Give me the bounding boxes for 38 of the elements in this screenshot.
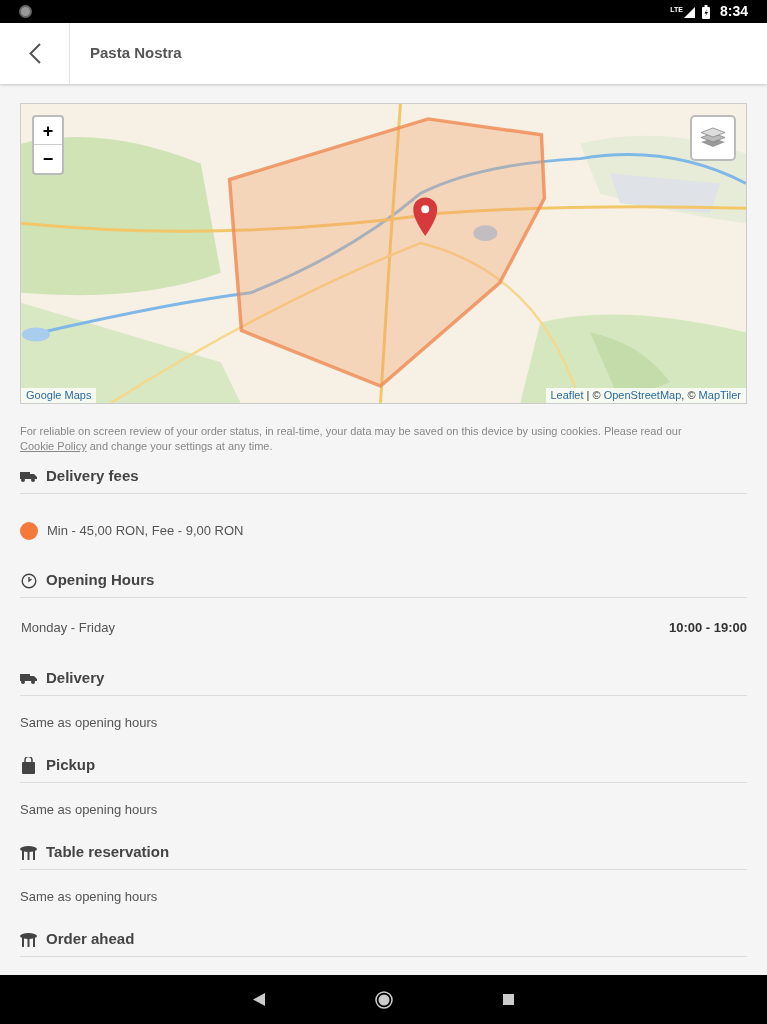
shopping-bag-icon	[21, 757, 36, 774]
attribution-link[interactable]: MapTiler	[698, 389, 741, 401]
zoom-in-button[interactable]: +	[34, 117, 62, 145]
home-nav-icon[interactable]	[375, 990, 393, 1009]
cookie-notice: For reliable on screen review of your order status, in real-time, your data may be saved on this device by using cookies. Please read our Cookie Policy and change your settings at any time.	[20, 424, 683, 454]
battery-icon	[701, 4, 710, 19]
layers-button[interactable]	[690, 115, 736, 161]
signal-icon	[683, 6, 695, 18]
notification-icon	[19, 5, 32, 18]
cookie-policy-link[interactable]: Cookie Policy	[20, 440, 87, 452]
truck-icon	[20, 673, 37, 684]
table-icon	[20, 932, 37, 947]
back-icon	[28, 43, 41, 64]
section-heading: Order ahead	[46, 929, 135, 950]
layers-icon	[700, 126, 726, 150]
section-heading: Pickup	[46, 755, 96, 776]
attribution-link[interactable]: Leaflet	[550, 389, 584, 401]
clock-time: 8:34	[719, 2, 748, 21]
map-attribution: Leaflet | © OpenStreetMap, © MapTiler	[545, 388, 746, 403]
hours-text: 10:00 - 19:00	[668, 619, 747, 638]
truck-icon	[20, 471, 37, 482]
section-text: Same as opening hours	[20, 800, 158, 819]
page-title: Pasta Nostra	[90, 43, 182, 64]
fee-text: Min - 45,00 RON, Fee - 9,00 RON	[47, 522, 244, 541]
zoom-out-button[interactable]: −	[34, 145, 62, 173]
map-pin-icon[interactable]	[413, 197, 438, 237]
map-credit-link[interactable]: Google Maps	[21, 388, 97, 403]
section-heading: Delivery	[46, 668, 105, 689]
section-heading: Table reservation	[46, 842, 170, 863]
section-heading: Delivery fees	[46, 466, 139, 487]
clock-icon	[20, 572, 37, 589]
section-text: Same as opening hours	[20, 713, 158, 732]
section-text: Same as opening hours	[20, 887, 158, 906]
back-nav-icon[interactable]	[253, 993, 265, 1006]
map[interactable]: + − Google Maps Leaflet | © OpenStreetMap, © MapTiler	[20, 103, 747, 404]
table-icon	[20, 845, 37, 860]
section-heading: Opening Hours	[46, 570, 155, 591]
days-text: Monday - Friday	[20, 619, 115, 638]
